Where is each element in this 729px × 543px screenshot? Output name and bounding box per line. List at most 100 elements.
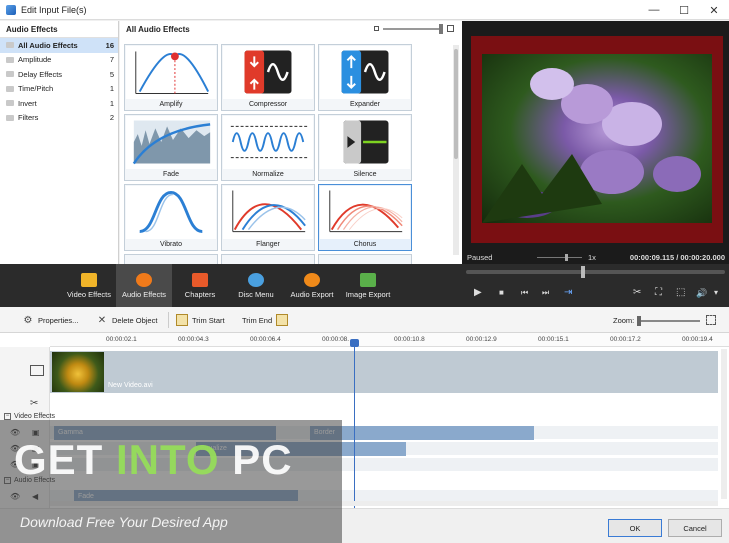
eye-icon[interactable]: 👁 bbox=[10, 492, 20, 501]
effect-tile-compressor[interactable]: Compressor bbox=[221, 44, 315, 111]
tab-image-export[interactable]: Image Export bbox=[340, 264, 396, 307]
category-item-invert[interactable]: Invert 1 bbox=[0, 96, 118, 111]
eye-icon[interactable]: 👁 bbox=[10, 460, 20, 469]
close-button[interactable]: ✕ bbox=[699, 0, 729, 20]
gamma-effect-bar[interactable]: Gamma bbox=[54, 426, 276, 440]
scissors-icon[interactable]: ✂ bbox=[30, 398, 38, 409]
time-ruler[interactable]: 00:00:02.1 00:00:04.3 00:00:06.4 00:00:0… bbox=[50, 333, 729, 347]
ok-button[interactable]: OK bbox=[608, 519, 662, 537]
eye-icon[interactable]: 👁 bbox=[10, 428, 20, 437]
tab-label: Audio Export bbox=[290, 290, 334, 299]
ruler-tick: 00:00:15.1 bbox=[538, 336, 569, 343]
timeline-horizontal-scrollbar[interactable] bbox=[50, 501, 718, 506]
zoom-slider[interactable] bbox=[637, 316, 700, 326]
expander-icon bbox=[320, 46, 410, 99]
effect-tile-expander[interactable]: Expander bbox=[318, 44, 412, 111]
tab-label: Video Effects bbox=[67, 290, 111, 299]
fit-to-window-icon[interactable] bbox=[706, 315, 716, 325]
effect-lane-icon: ▣ bbox=[32, 460, 40, 469]
volume-dropdown-icon[interactable]: ▾ bbox=[714, 285, 718, 301]
effect-tile-chorus[interactable]: Chorus bbox=[318, 184, 412, 251]
snapshot-icon[interactable]: ⛶ bbox=[655, 285, 662, 301]
video-track[interactable]: New Video.avi bbox=[50, 351, 718, 393]
previous-frame-icon[interactable]: ⏮ bbox=[521, 285, 528, 301]
playhead[interactable] bbox=[350, 339, 359, 508]
effect-tile-row4-a[interactable] bbox=[124, 254, 218, 264]
tab-audio-export[interactable]: Audio Export bbox=[284, 264, 340, 307]
tab-video-effects[interactable]: Video Effects bbox=[62, 264, 116, 307]
preview-image bbox=[482, 54, 712, 223]
playback-speed: 1x bbox=[588, 253, 596, 262]
next-frame-icon[interactable]: ⏭ bbox=[542, 285, 549, 301]
effect-tile-flanger[interactable]: Flanger bbox=[221, 184, 315, 251]
tab-label: Audio Effects bbox=[121, 290, 167, 299]
gear-icon: ⚙ bbox=[23, 314, 33, 326]
category-label: Invert bbox=[18, 98, 37, 108]
category-label: All Audio Effects bbox=[18, 40, 78, 50]
large-tiles-icon bbox=[447, 25, 454, 32]
category-count: 5 bbox=[109, 69, 114, 79]
video-preview: Paused 1x 00:00:09.115 / 00:00:20.000 bbox=[462, 21, 729, 264]
ruler-tick: 00:00:02.1 bbox=[106, 336, 137, 343]
play-icon[interactable]: ▶ bbox=[474, 285, 482, 301]
go-to-icon[interactable]: ⇥ bbox=[564, 285, 572, 301]
effect-name: Chorus bbox=[353, 241, 377, 248]
speed-slider[interactable] bbox=[537, 254, 582, 261]
ruler-tick: 00:00:12.9 bbox=[466, 336, 497, 343]
clip-thumbnail bbox=[52, 352, 104, 392]
scissors-icon[interactable]: ✂ bbox=[633, 285, 641, 301]
small-tiles-icon bbox=[374, 26, 379, 31]
effect-lane-icon: ▣ bbox=[32, 444, 40, 453]
window-title: Edit Input File(s) bbox=[21, 4, 87, 15]
section-label: Audio Effects bbox=[14, 477, 56, 484]
folder-icon bbox=[6, 114, 14, 121]
timeline: 00:00:02.1 00:00:04.3 00:00:06.4 00:00:0… bbox=[0, 333, 729, 508]
delete-object-button[interactable]: ✕ Delete Object bbox=[96, 312, 158, 328]
effect-tile-row4-c[interactable] bbox=[318, 254, 412, 264]
flanger-icon bbox=[223, 186, 313, 239]
audio-effects-section[interactable]: − Audio Effects bbox=[4, 477, 55, 484]
effect-tile-fade[interactable]: Fade bbox=[124, 114, 218, 181]
tab-audio-effects[interactable]: Audio Effects bbox=[116, 264, 172, 307]
eye-icon[interactable]: 👁 bbox=[10, 444, 20, 453]
volume-icon[interactable]: 🔊 bbox=[696, 285, 707, 301]
effect-name: Flanger bbox=[256, 241, 280, 248]
maximize-button[interactable]: ☐ bbox=[669, 0, 699, 20]
toolbar-divider bbox=[168, 312, 169, 328]
tile-size-track[interactable] bbox=[383, 23, 443, 34]
category-header: Audio Effects bbox=[0, 21, 118, 38]
tile-size-slider[interactable] bbox=[374, 23, 454, 34]
star-icon bbox=[81, 273, 97, 287]
category-item-timepitch[interactable]: Time/Pitch 1 bbox=[0, 82, 118, 97]
tab-disc-menu[interactable]: Disc Menu bbox=[228, 264, 284, 307]
effect-tile-normalize[interactable]: Normalize bbox=[221, 114, 315, 181]
cancel-button[interactable]: Cancel bbox=[668, 519, 722, 537]
tab-chapters[interactable]: Chapters bbox=[172, 264, 228, 307]
border-effect-bar[interactable]: Border bbox=[310, 426, 534, 440]
effects-scrollbar[interactable] bbox=[453, 45, 459, 255]
category-item-amplitude[interactable]: Amplitude 7 bbox=[0, 53, 118, 68]
effect-tile-amplify[interactable]: Amplify bbox=[124, 44, 218, 111]
timeline-vertical-scrollbar[interactable] bbox=[721, 349, 727, 499]
category-item-all[interactable]: All Audio Effects 16 bbox=[0, 38, 118, 53]
category-item-filters[interactable]: Filters 2 bbox=[0, 111, 118, 126]
ruler-tick: 00:00:06.4 bbox=[250, 336, 281, 343]
effect-lane-icon: ▣ bbox=[32, 428, 40, 437]
minimize-button[interactable]: — bbox=[639, 0, 669, 20]
trim-start-button[interactable]: Trim Start bbox=[176, 312, 225, 328]
playback-status: Paused bbox=[467, 253, 493, 262]
vibrato-icon bbox=[126, 186, 216, 239]
crop-icon[interactable]: ⬚ bbox=[676, 285, 685, 301]
effect-tile-silence[interactable]: Silence bbox=[318, 114, 412, 181]
effect-tile-vibrato[interactable]: Vibrato bbox=[124, 184, 218, 251]
category-item-delay[interactable]: Delay Effects 5 bbox=[0, 67, 118, 82]
effect-tile-row4-b[interactable] bbox=[221, 254, 315, 264]
effects-header-label: All Audio Effects bbox=[126, 25, 190, 34]
video-effects-section[interactable]: − Video Effects bbox=[4, 413, 55, 420]
stop-icon[interactable]: ■ bbox=[499, 285, 504, 301]
properties-button[interactable]: ⚙ Properties... bbox=[22, 312, 79, 328]
trim-end-button[interactable]: Trim End bbox=[242, 312, 292, 328]
equalize-effect-bar[interactable]: Equalize bbox=[196, 442, 406, 456]
video-effect-lane-2: Equalize bbox=[50, 442, 718, 456]
seek-bar[interactable] bbox=[466, 266, 725, 278]
